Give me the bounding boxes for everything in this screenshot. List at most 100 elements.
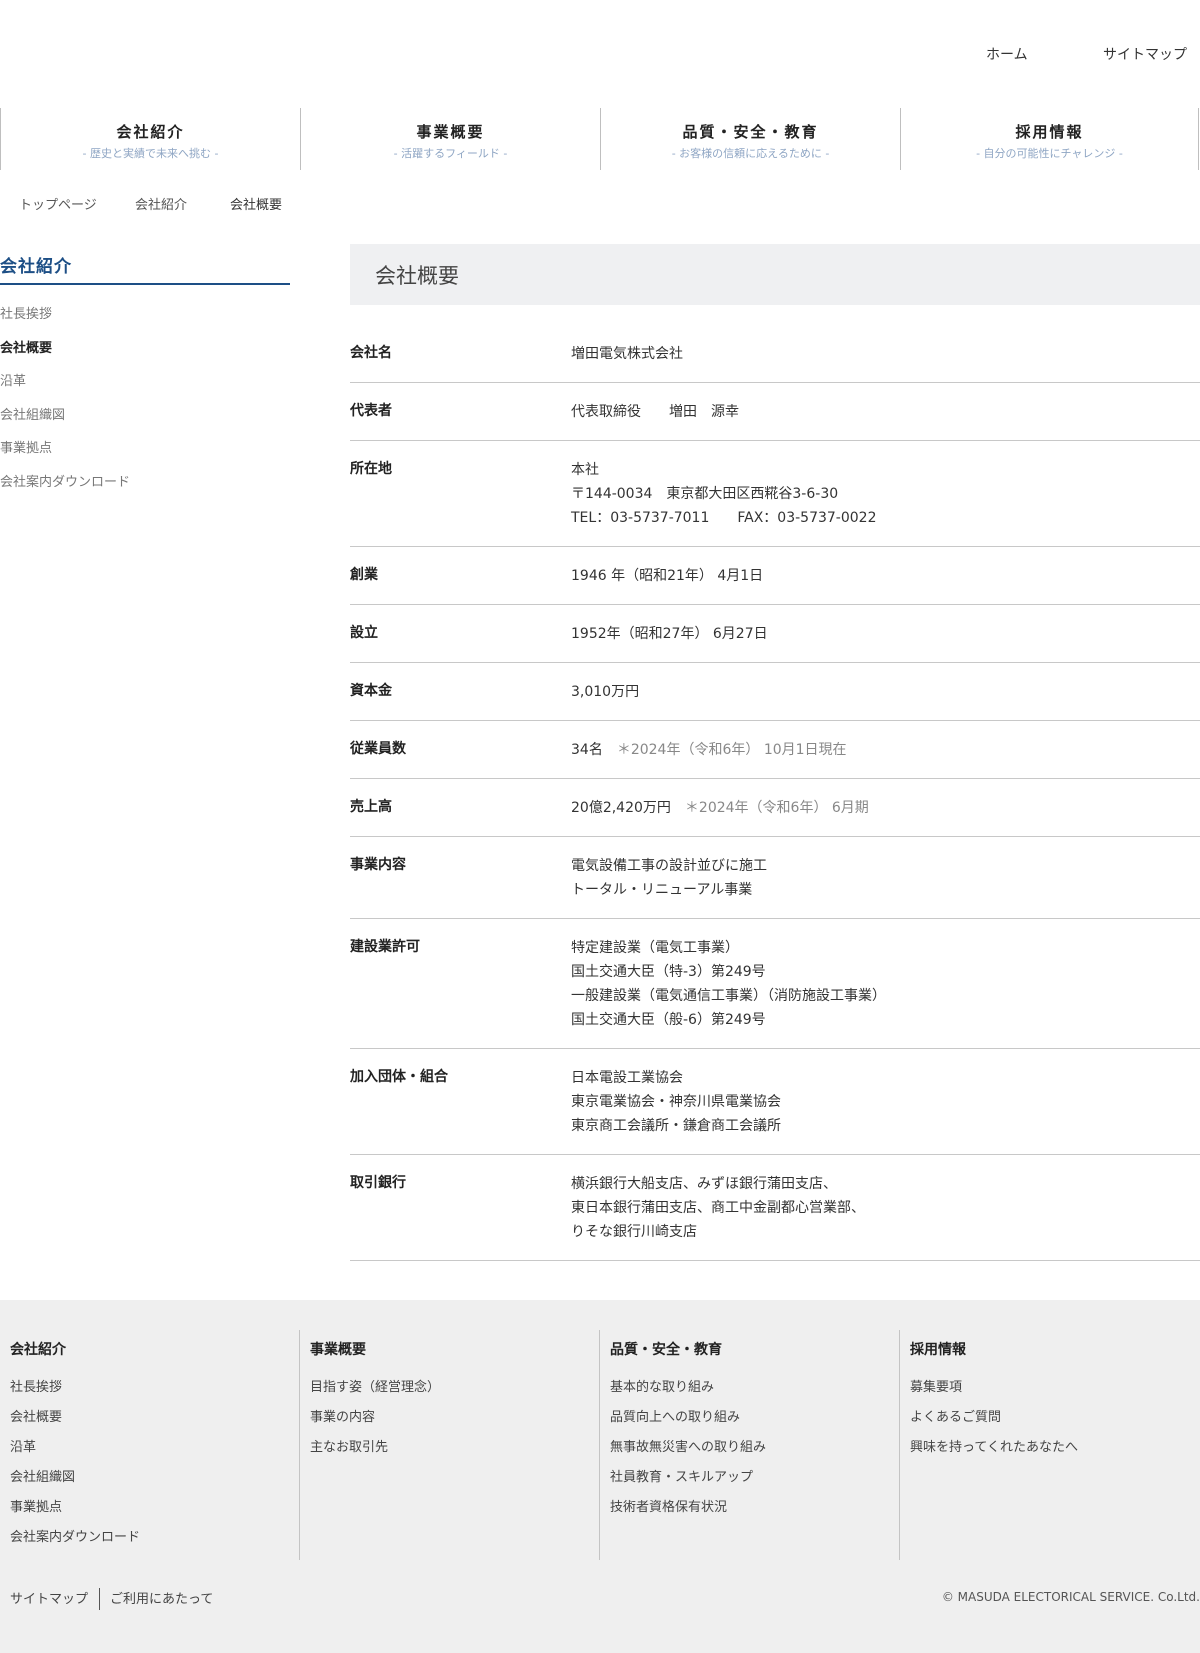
footer-link[interactable]: 沿革: [10, 1438, 300, 1468]
footer-sitemap-link[interactable]: サイトマップ: [10, 1588, 88, 1607]
sidebar-item-history[interactable]: 沿革: [0, 372, 290, 406]
page-heading-bar: 会社概要: [350, 244, 1200, 305]
row-value: 1946 年（昭和21年） 4月1日: [571, 547, 1200, 604]
sidebar-title: 会社紹介: [0, 252, 290, 285]
row-value-line: 代表取締役 増田 源幸: [571, 404, 739, 420]
row-label: 代表者: [350, 403, 392, 419]
footer-link[interactable]: 事業の内容: [310, 1408, 599, 1438]
table-row: 加入団体・組合 日本電設工業協会 東京電業協会・神奈川県電業協会 東京商工会議所…: [350, 1049, 1200, 1155]
row-value: 1952年（昭和27年） 6月27日: [571, 605, 1200, 662]
gnav-subtitle: - 歴史と実績で未来へ挑む -: [82, 147, 219, 160]
row-value-line: 1952年（昭和27年） 6月27日: [571, 626, 768, 642]
table-row: 資本金 3,010万円: [350, 663, 1200, 721]
row-value: 特定建設業（電気工事業） 国土交通大臣（特-3）第249号 一般建設業（電気通信…: [571, 919, 1200, 1048]
sidebar-item-brochure-download[interactable]: 会社案内ダウンロード: [0, 473, 290, 507]
row-value-line: TEL：03-5737-7011 FAX：03-5737-0022: [571, 510, 877, 526]
row-value: 本社 〒144-0034 東京都大田区西糀谷3-6-30 TEL：03-5737…: [571, 441, 1200, 546]
gnav-label: 会社紹介: [116, 123, 185, 141]
footer-link[interactable]: 基本的な取り組み: [610, 1378, 899, 1408]
footer-link[interactable]: 興味を持ってくれたあなたへ: [910, 1438, 1199, 1468]
footer-link[interactable]: 社員教育・スキルアップ: [610, 1468, 899, 1498]
row-value: 3,010万円: [571, 663, 1200, 720]
row-value-line: トータル・リニューアル事業: [571, 882, 753, 898]
footer-link[interactable]: 社長挨拶: [10, 1378, 300, 1408]
footer-column-company: 会社紹介 社長挨拶 会社概要 沿革 会社組織図 事業拠点 会社案内ダウンロード: [0, 1330, 300, 1560]
footer-link[interactable]: 会社案内ダウンロード: [10, 1528, 300, 1558]
footer-link-list: 目指す姿（経営理念） 事業の内容 主なお取引先: [310, 1378, 599, 1468]
row-label: 建設業許可: [350, 939, 420, 955]
gnav-business[interactable]: 事業概要 - 活躍するフィールド -: [300, 108, 600, 170]
footer-link[interactable]: 会社概要: [10, 1408, 300, 1438]
gnav-subtitle: - お客様の信頼に応えるために -: [671, 147, 830, 160]
row-value-line: 20億2,420万円 ＊2024年（令和6年） 6月期: [571, 796, 1200, 820]
footer-link[interactable]: 会社組織図: [10, 1468, 300, 1498]
footer-divider: [99, 1588, 100, 1610]
gnav-subtitle: - 活躍するフィールド -: [393, 147, 508, 160]
row-value-line: 増田電気株式会社: [571, 346, 683, 362]
gnav-company[interactable]: 会社紹介 - 歴史と実績で未来へ挑む -: [0, 108, 300, 170]
footer-column-title: 品質・安全・教育: [610, 1342, 722, 1358]
sidebar-item-locations[interactable]: 事業拠点: [0, 439, 290, 473]
footer-link[interactable]: 主なお取引先: [310, 1438, 599, 1468]
row-label: 所在地: [350, 461, 392, 477]
row-value-line: 電気設備工事の設計並びに施工: [571, 858, 767, 874]
row-value: 34名 ＊2024年（令和6年） 10月1日現在: [571, 721, 1200, 778]
gnav-quality[interactable]: 品質・安全・教育 - お客様の信頼に応えるために -: [600, 108, 900, 170]
sidebar-item-org-chart[interactable]: 会社組織図: [0, 406, 290, 440]
global-nav: 会社紹介 - 歴史と実績で未来へ挑む - 事業概要 - 活躍するフィールド - …: [0, 108, 1200, 170]
gnav-label: 採用情報: [1015, 123, 1084, 141]
row-value-line: 東京電業協会・神奈川県電業協会: [571, 1094, 781, 1110]
breadcrumb-company[interactable]: 会社紹介: [135, 194, 187, 213]
footer-column-quality: 品質・安全・教育 基本的な取り組み 品質向上への取り組み 無事故無災害への取り組…: [599, 1330, 899, 1560]
row-value-line: 1946 年（昭和21年） 4月1日: [571, 568, 764, 584]
sidebar-item-overview[interactable]: 会社概要: [0, 339, 290, 373]
row-value-line: 特定建設業（電気工事業）: [571, 940, 739, 956]
row-value-line: 〒144-0034 東京都大田区西糀谷3-6-30: [571, 486, 839, 502]
footer-link-list: 基本的な取り組み 品質向上への取り組み 無事故無災害への取り組み 社員教育・スキ…: [610, 1378, 899, 1528]
footer-link[interactable]: 事業拠点: [10, 1498, 300, 1528]
top-utility-links: ホーム サイトマップ: [0, 44, 1200, 68]
footer-link[interactable]: 募集要項: [910, 1378, 1199, 1408]
row-label: 売上高: [350, 799, 392, 815]
row-value-line: 日本電設工業協会: [571, 1070, 683, 1086]
table-row: 所在地 本社 〒144-0034 東京都大田区西糀谷3-6-30 TEL：03-…: [350, 441, 1200, 547]
footer-link[interactable]: 品質向上への取り組み: [610, 1408, 899, 1438]
page-title: 会社概要: [375, 264, 459, 288]
footer-bottom-bar: サイトマップ ご利用にあたって © MASUDA ELECTORICAL SER…: [0, 1588, 1200, 1612]
row-value-line: りそな銀行川崎支店: [571, 1224, 697, 1240]
row-value-line: 東京商工会議所・鎌倉商工会議所: [571, 1118, 781, 1134]
row-value-line: 3,010万円: [571, 684, 640, 700]
table-row: 会社名 増田電気株式会社: [350, 325, 1200, 383]
footer-link[interactable]: 技術者資格保有状況: [610, 1498, 899, 1528]
row-label: 設立: [350, 625, 378, 641]
row-label: 従業員数: [350, 741, 406, 757]
footer-link[interactable]: よくあるご質問: [910, 1408, 1199, 1438]
footer-terms-link[interactable]: ご利用にあたって: [110, 1588, 213, 1607]
row-value: 日本電設工業協会 東京電業協会・神奈川県電業協会 東京商工会議所・鎌倉商工会議所: [571, 1049, 1200, 1154]
row-value-line: 一般建設業（電気通信工事業）（消防施設工事業）: [571, 988, 886, 1004]
footer: 会社紹介 社長挨拶 会社概要 沿革 会社組織図 事業拠点 会社案内ダウンロード …: [0, 1300, 1200, 1653]
row-label: 事業内容: [350, 857, 406, 873]
row-value-line: 国土交通大臣（般-6）第249号: [571, 1012, 766, 1028]
table-row: 創業 1946 年（昭和21年） 4月1日: [350, 547, 1200, 605]
row-label: 創業: [350, 567, 378, 583]
footer-column-title: 会社紹介: [10, 1342, 66, 1358]
row-value: 増田電気株式会社: [571, 325, 1200, 382]
row-value-line: 34名 ＊2024年（令和6年） 10月1日現在: [571, 738, 1200, 762]
row-label: 加入団体・組合: [350, 1069, 448, 1085]
footer-link-list: 募集要項 よくあるご質問 興味を持ってくれたあなたへ: [910, 1378, 1199, 1468]
footer-link[interactable]: 無事故無災害への取り組み: [610, 1438, 899, 1468]
sitemap-link[interactable]: サイトマップ: [1103, 44, 1187, 64]
row-label: 資本金: [350, 683, 392, 699]
row-value-text: 20億2,420万円: [571, 800, 671, 816]
breadcrumb-top[interactable]: トップページ: [19, 194, 97, 213]
home-link[interactable]: ホーム: [986, 44, 1028, 64]
footer-link[interactable]: 目指す姿（経営理念）: [310, 1378, 599, 1408]
company-info-table: 会社名 増田電気株式会社 代表者 代表取締役 増田 源幸 所在地 本社 〒144…: [350, 325, 1200, 1261]
gnav-recruit[interactable]: 採用情報 - 自分の可能性にチャレンジ -: [900, 108, 1199, 170]
table-row: 建設業許可 特定建設業（電気工事業） 国土交通大臣（特-3）第249号 一般建設…: [350, 919, 1200, 1049]
table-row: 設立 1952年（昭和27年） 6月27日: [350, 605, 1200, 663]
footer-column-recruit: 採用情報 募集要項 よくあるご質問 興味を持ってくれたあなたへ: [899, 1330, 1199, 1560]
sidebar-item-greeting[interactable]: 社長挨拶: [0, 305, 290, 339]
footer-column-title: 採用情報: [910, 1342, 966, 1358]
